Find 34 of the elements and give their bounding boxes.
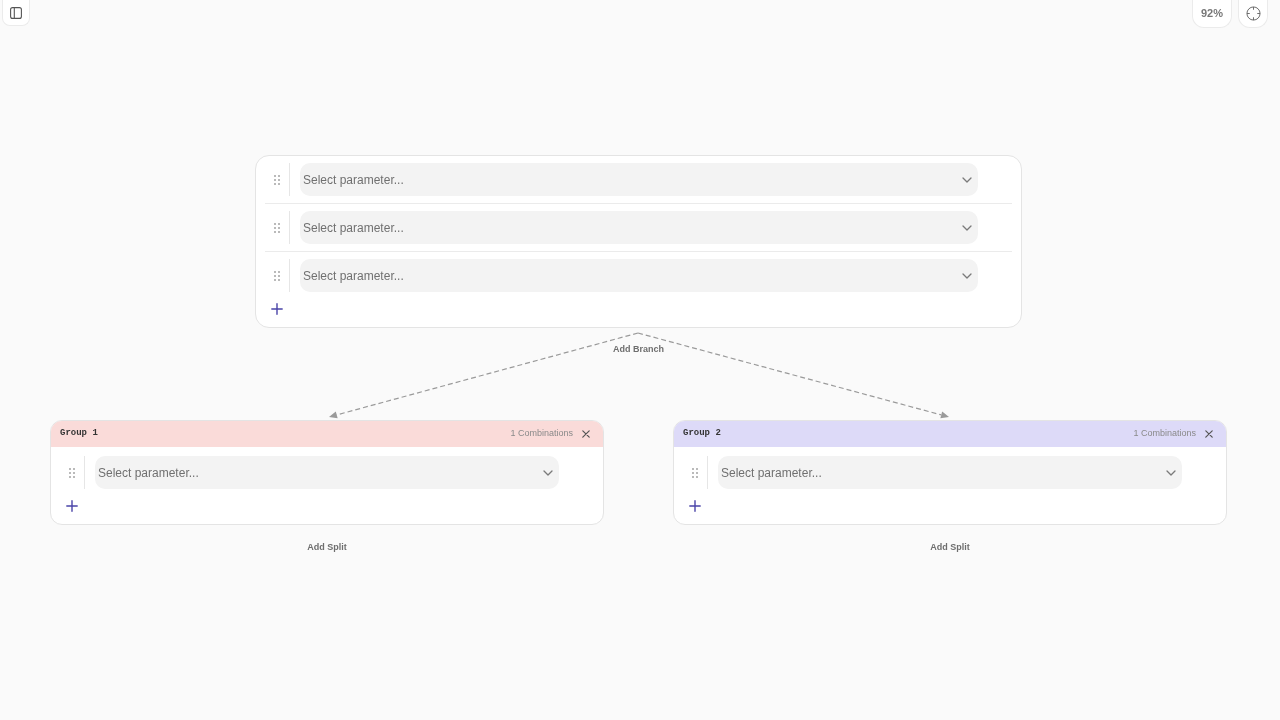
drag-handle-icon[interactable] bbox=[69, 467, 75, 478]
chevron-down-icon bbox=[1166, 469, 1176, 476]
close-icon bbox=[1205, 430, 1213, 438]
group-title: Group 1 bbox=[60, 427, 98, 441]
parameter-select[interactable]: Select parameter... bbox=[300, 163, 978, 196]
crosshair-icon bbox=[1245, 6, 1261, 21]
sidebar-panel-icon bbox=[10, 6, 22, 19]
plus-icon bbox=[271, 303, 283, 315]
chevron-down-icon bbox=[962, 176, 972, 183]
combinations-count: 1 Combinations bbox=[510, 427, 573, 441]
parameter-select[interactable]: Select parameter... bbox=[95, 456, 559, 489]
parameter-select[interactable]: Select parameter... bbox=[300, 211, 978, 244]
sidebar-toggle-button[interactable] bbox=[2, 0, 30, 26]
parameter-select[interactable]: Select parameter... bbox=[718, 456, 1182, 489]
parameter-select[interactable]: Select parameter... bbox=[300, 259, 978, 292]
add-split-button[interactable]: Add Split bbox=[307, 541, 347, 555]
recenter-button[interactable] bbox=[1238, 0, 1268, 28]
drag-handle-icon[interactable] bbox=[274, 222, 280, 233]
add-split-button[interactable]: Add Split bbox=[930, 541, 970, 555]
drag-handle-icon[interactable] bbox=[274, 174, 280, 185]
chevron-down-icon bbox=[962, 224, 972, 231]
drag-handle-icon[interactable] bbox=[692, 467, 698, 478]
drag-handle-icon[interactable] bbox=[274, 270, 280, 281]
chevron-down-icon bbox=[543, 469, 553, 476]
close-icon bbox=[582, 430, 590, 438]
add-branch-button[interactable]: Add Branch bbox=[613, 343, 664, 357]
close-button[interactable] bbox=[582, 430, 590, 438]
combinations-count: 1 Combinations bbox=[1133, 427, 1196, 441]
group-title: Group 2 bbox=[683, 427, 721, 441]
chevron-down-icon bbox=[962, 272, 972, 279]
zoom-level-button[interactable]: 92% bbox=[1192, 0, 1232, 28]
plus-icon bbox=[689, 500, 701, 512]
close-button[interactable] bbox=[1205, 430, 1213, 438]
plus-icon bbox=[66, 500, 78, 512]
